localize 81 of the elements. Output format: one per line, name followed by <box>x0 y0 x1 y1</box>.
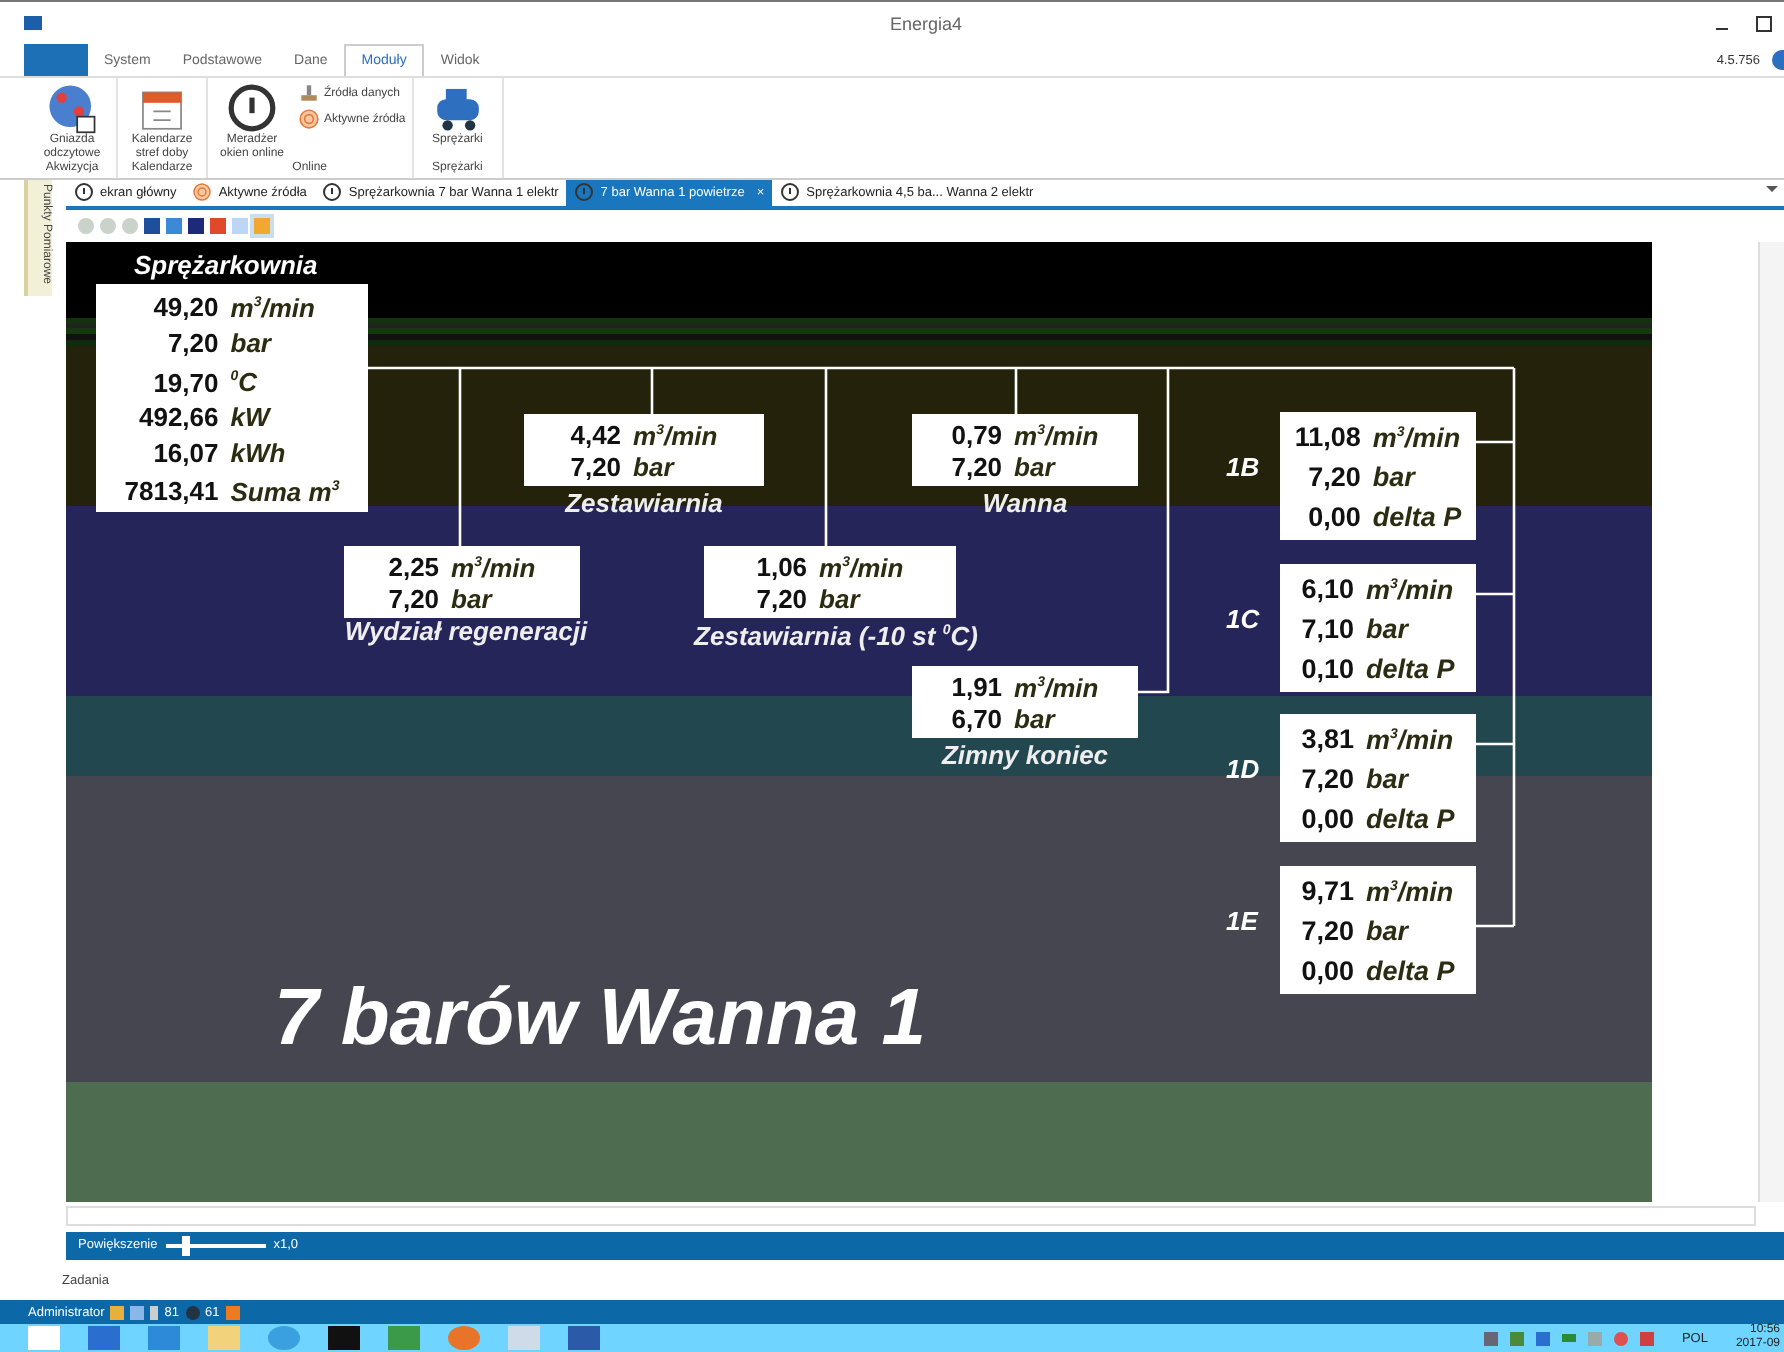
minimize-button[interactable] <box>1716 28 1728 30</box>
measurement-value: 7813,41 <box>124 474 219 510</box>
window-title: Energia4 <box>890 13 963 33</box>
gauge-icon <box>322 182 343 203</box>
measurement-value: 7,20 <box>570 452 622 485</box>
measurement-value: 19,70 <box>151 365 219 401</box>
branch-label: Wanna <box>980 489 1070 518</box>
measurement-value: 7,20 <box>1301 762 1354 799</box>
measurement-unit: bar <box>1366 612 1411 649</box>
measurement-value: 492,66 <box>136 400 219 436</box>
measurement-unit: bar <box>1366 914 1411 951</box>
restore-button[interactable] <box>1756 15 1772 31</box>
measurement-value: 0,00 <box>1306 500 1361 537</box>
branch-label: Zestawiarnia (-10 st $^{0}$C) <box>691 618 980 651</box>
gauge-icon <box>780 182 801 203</box>
gauge-icon <box>574 182 595 203</box>
measurement-value: 6,70 <box>951 704 1003 737</box>
measurement-value: 2,25 <box>388 552 440 585</box>
measurement-value: 0,00 <box>1301 802 1354 839</box>
measurement-value: 7,20 <box>388 584 440 617</box>
measurement-unit: m$^{3}$/min <box>1014 418 1099 453</box>
measurement-unit: delta P <box>1366 802 1455 839</box>
measurement-unit: m$^{3}$/min <box>451 550 536 585</box>
measurement-value: 1,91 <box>951 672 1003 705</box>
target-icon <box>192 182 213 203</box>
diagram-caption: 7 barów Wanna 1 <box>274 973 927 1064</box>
measurement-value: 7,20 <box>1301 914 1354 951</box>
measurement-value: 9,71 <box>1301 874 1354 911</box>
measurement-value: 1,06 <box>756 552 808 585</box>
measurement-value: 49,20 <box>151 290 219 326</box>
measurement-value: 7,20 <box>951 452 1003 485</box>
database-icon <box>298 82 320 104</box>
measurement-unit: bar <box>1014 452 1058 485</box>
measurement-unit: bar <box>1372 460 1418 497</box>
measurement-unit: m$^{3}$/min <box>1366 572 1455 609</box>
measurement-unit: bar <box>1366 762 1411 799</box>
file-menu-button[interactable] <box>24 44 88 76</box>
measurement-unit: bar <box>230 325 274 361</box>
measurement-value: 7,20 <box>756 584 808 617</box>
measurement-unit: Suma m$^{3}$ <box>230 474 340 510</box>
measurement-value: 7,20 <box>165 325 219 361</box>
measurement-unit: m$^{3}$/min <box>1372 420 1462 457</box>
measurement-unit: delta P <box>1366 652 1455 689</box>
measurement-unit: m$^{3}$/min <box>1366 874 1455 911</box>
vertical-scrollbar[interactable] <box>1758 241 1784 1202</box>
measurement-value: 11,08 <box>1294 420 1361 457</box>
measurement-value: 7,20 <box>1306 460 1361 497</box>
gauge-icon <box>74 182 94 203</box>
measurement-value: 0,10 <box>1301 652 1354 689</box>
target-icon <box>298 108 320 130</box>
measurement-unit: m$^{3}$/min <box>633 418 718 453</box>
measurement-unit: m$^{3}$/min <box>230 290 317 326</box>
measurement-value: 0,00 <box>1301 954 1354 991</box>
compressor-label: 1B <box>1226 451 1260 482</box>
gauge-icon <box>226 82 278 134</box>
measurement-unit: bar <box>1014 704 1058 737</box>
measurement-unit: kW <box>230 400 273 436</box>
measurement-unit: kWh <box>230 435 288 471</box>
measurement-unit: delta P <box>1366 954 1455 991</box>
measurement-value: 7,10 <box>1301 612 1354 649</box>
measurement-value: 4,42 <box>570 420 622 453</box>
compressor-label: 1D <box>1226 753 1260 784</box>
station-title: Sprężarkownia <box>134 249 318 280</box>
measurement-unit: bar <box>451 584 495 617</box>
horizontal-scrollbar[interactable] <box>66 1205 1756 1226</box>
branch-label: Wydział regeneracji <box>342 617 590 646</box>
measurement-unit: $^{0}$C <box>230 365 260 401</box>
measurement-value: 6,10 <box>1301 572 1354 609</box>
branch-label: Zestawiarnia <box>562 489 725 518</box>
measurement-unit: m$^{3}$/min <box>1014 670 1099 705</box>
measurement-unit: bar <box>819 584 863 617</box>
measurement-unit: delta P <box>1372 500 1462 537</box>
measurement-value: 3,81 <box>1301 722 1354 759</box>
compressor-label: 1C <box>1226 603 1260 634</box>
compressor-label: 1E <box>1226 905 1258 936</box>
measurement-unit: m$^{3}$/min <box>1366 722 1455 759</box>
measurement-value: 0,79 <box>951 420 1003 453</box>
measurement-unit: bar <box>633 452 677 485</box>
measurement-unit: m$^{3}$/min <box>819 550 904 585</box>
branch-label: Zimny koniec <box>939 741 1111 770</box>
measurement-value: 16,07 <box>151 435 219 471</box>
